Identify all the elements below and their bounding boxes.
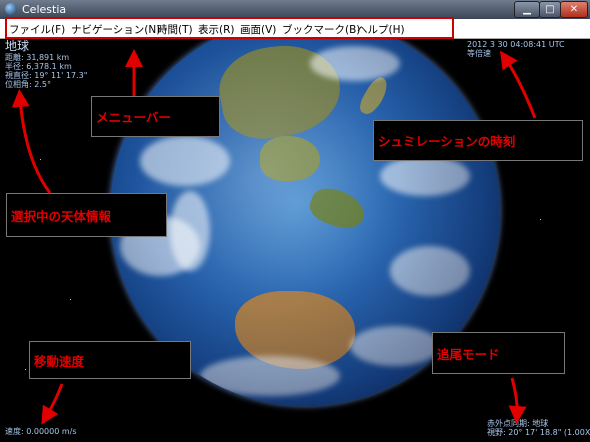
speed-info-panel: 速度: 0.00000 m/s — [5, 427, 77, 436]
object-info-panel: 地球 距離: 31,891 km 半径: 6,378.1 km 視直径: 19°… — [5, 39, 87, 89]
minimize-button[interactable]: ▁ — [514, 1, 540, 18]
sim-time-rate: 等倍速 — [467, 49, 491, 58]
object-radius: 半径: 6,378.1 km — [5, 62, 72, 71]
object-phase-angle: 位相角: 2.5° — [5, 80, 51, 89]
tracking-mode: 赤外点同期: 地球 — [487, 419, 549, 428]
render-view[interactable]: 地球 距離: 31,891 km 半径: 6,378.1 km 視直径: 19°… — [0, 39, 590, 442]
object-name: 地球 — [5, 39, 30, 53]
celestia-window: Celestia ▁ □ ✕ ファイル(F) ナビゲーション(N) 時間(T) … — [0, 0, 590, 442]
menubar-highlight-frame — [5, 17, 454, 39]
window-title: Celestia — [22, 3, 67, 16]
annotation-speed: 移動速度 — [29, 341, 191, 379]
field-of-view: 視野: 20° 17' 18.8" (1.00X) — [487, 428, 590, 437]
speed-value: 速度: 0.00000 m/s — [5, 427, 77, 436]
maximize-button[interactable]: □ — [539, 1, 561, 18]
object-apparent-diameter: 視直径: 19° 11' 17.3" — [5, 71, 88, 80]
annotation-sim-time: シュミレーションの時刻 — [373, 120, 583, 161]
sim-datetime: 2012 3 30 04:08:41 UTC — [467, 40, 565, 49]
close-button[interactable]: ✕ — [560, 1, 588, 18]
celestia-app-icon — [5, 3, 17, 15]
time-info-panel: 2012 3 30 04:08:41 UTC 等倍速 — [467, 40, 565, 58]
annotation-tracking: 追尾モード — [432, 332, 565, 374]
tracking-info-panel: 赤外点同期: 地球 視野: 20° 17' 18.8" (1.00X) — [487, 419, 590, 437]
annotation-object-info: 選択中の天体情報 — [6, 193, 167, 237]
object-distance: 距離: 31,891 km — [5, 53, 70, 62]
annotation-menubar: メニューバー — [91, 96, 220, 137]
